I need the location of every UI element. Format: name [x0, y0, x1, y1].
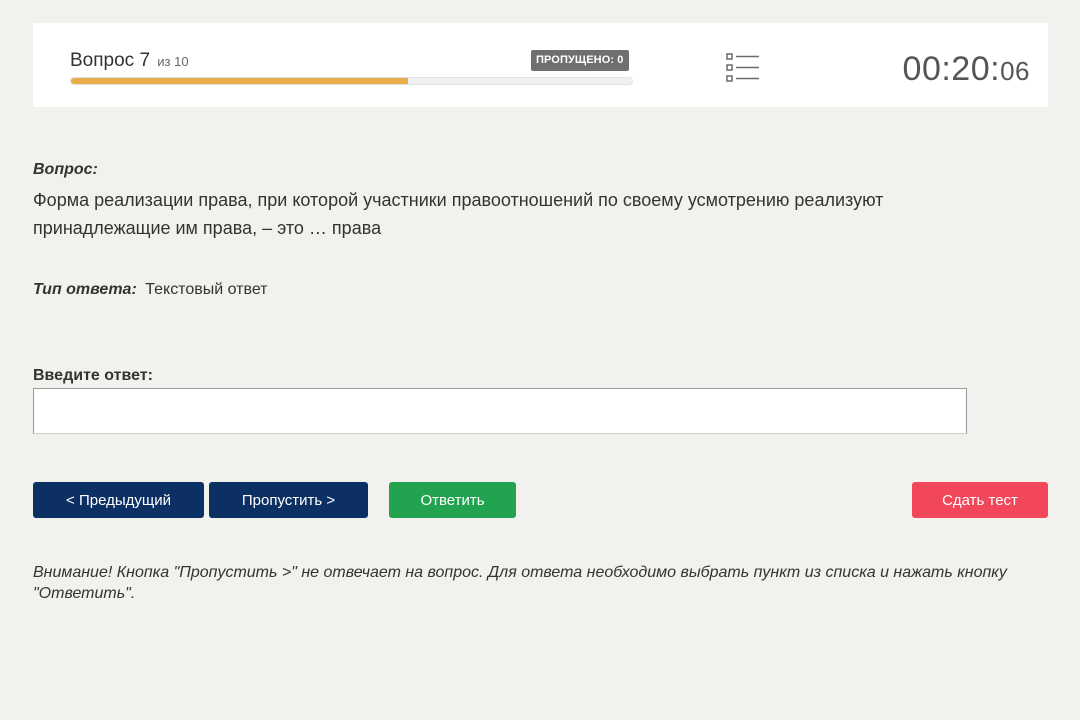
answer-type: Тип ответа: Текстовый ответ	[33, 281, 268, 299]
answer-type-label: Тип ответа:	[33, 281, 137, 298]
progress-bar	[70, 77, 633, 85]
question-total: из 10	[157, 54, 189, 69]
answer-button[interactable]: Ответить	[389, 482, 516, 518]
quiz-header: Вопрос 7 из 10 ПРОПУЩЕНО: 0 00:20:06	[33, 23, 1048, 107]
question-number: Вопрос 7	[70, 50, 151, 71]
answer-input[interactable]	[33, 388, 967, 434]
answer-type-value: Текстовый ответ	[145, 281, 268, 298]
list-icon-graphic	[726, 53, 759, 82]
timer-main: 00:20:	[902, 50, 1001, 88]
skip-button[interactable]: Пропустить >	[209, 482, 368, 518]
warning-note: Внимание! Кнопка "Пропустить >" не отвеч…	[33, 564, 1007, 602]
quiz-page: Вопрос 7 из 10 ПРОПУЩЕНО: 0 00:20:06 Воп…	[0, 0, 1080, 720]
progress-bar-fill	[71, 78, 408, 84]
previous-button[interactable]: < Предыдущий	[33, 482, 204, 518]
question-counter: Вопрос 7 из 10	[70, 50, 189, 72]
timer-seconds: 06	[1000, 56, 1030, 86]
question-label: Вопрос:	[33, 161, 98, 178]
timer: 00:20:06	[903, 50, 1030, 89]
list-icon[interactable]	[726, 53, 760, 83]
question-text: Форма реализации права, при которой учас…	[33, 190, 884, 238]
finish-test-button[interactable]: Сдать тест	[912, 482, 1048, 518]
skipped-badge: ПРОПУЩЕНО: 0	[531, 50, 629, 71]
answer-field-label: Введите ответ:	[33, 367, 153, 384]
